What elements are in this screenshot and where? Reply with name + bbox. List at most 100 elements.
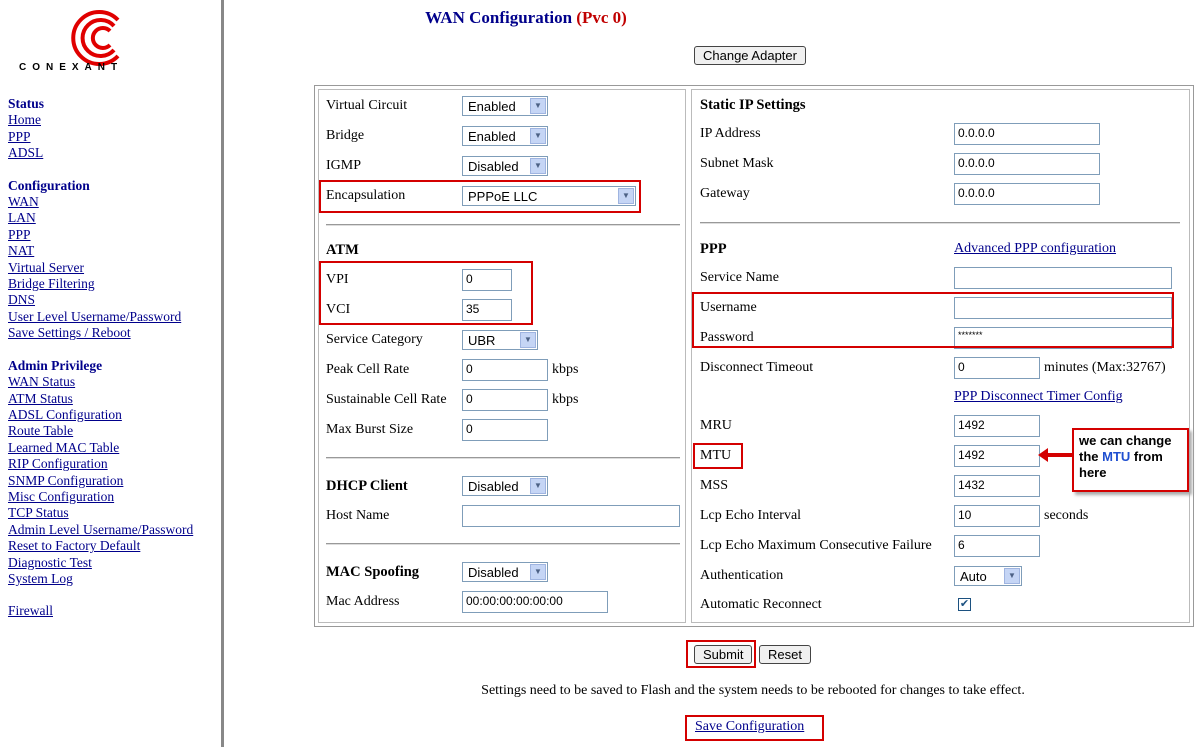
- arrow-left-icon: [1038, 448, 1074, 462]
- divider: [700, 222, 1180, 224]
- mss-input[interactable]: 1432: [954, 475, 1040, 497]
- service-name-input[interactable]: [954, 267, 1172, 289]
- nav-menu: Status Home PPP ADSL Configuration WAN L…: [8, 96, 193, 620]
- atm-heading: ATM: [326, 242, 359, 258]
- lcp-echo-interval-input[interactable]: 10: [954, 505, 1040, 527]
- lcp-echo-failure-input[interactable]: 6: [954, 535, 1040, 557]
- virtual-circuit-label: Virtual Circuit: [326, 98, 408, 113]
- nav-link-rip[interactable]: RIP Configuration: [8, 456, 108, 471]
- static-ip-heading: Static IP Settings: [700, 97, 806, 113]
- max-burst-size-label: Max Burst Size: [326, 422, 414, 437]
- nav-heading-admin: Admin Privilege: [8, 357, 103, 373]
- nav-link-route-table[interactable]: Route Table: [8, 423, 73, 438]
- nav-link-virtual-server[interactable]: Virtual Server: [8, 260, 84, 275]
- nav-link-adsl-configuration[interactable]: ADSL Configuration: [8, 407, 122, 422]
- nav-link-user-password[interactable]: User Level Username/Password: [8, 309, 181, 324]
- sustainable-cell-rate-input[interactable]: 0: [462, 389, 548, 411]
- dhcp-client-heading: DHCP Client: [326, 478, 408, 494]
- ip-address-input[interactable]: 0.0.0.0: [954, 123, 1100, 145]
- subnet-mask-label: Subnet Mask: [700, 156, 774, 171]
- nav-link-ppp-status[interactable]: PPP: [8, 129, 31, 144]
- nav-link-firewall[interactable]: Firewall: [8, 603, 53, 618]
- reset-button[interactable]: Reset: [759, 645, 811, 664]
- annotation-box-submit: [686, 640, 756, 668]
- peak-cell-rate-unit: kbps: [552, 362, 579, 377]
- service-category-select[interactable]: UBR ▼: [462, 330, 538, 350]
- mss-label: MSS: [700, 478, 729, 493]
- subnet-mask-input[interactable]: 0.0.0.0: [954, 153, 1100, 175]
- advanced-ppp-link[interactable]: Advanced PPP configuration: [954, 241, 1116, 257]
- mru-label: MRU: [700, 418, 732, 433]
- divider: [326, 543, 680, 545]
- nav-link-nat[interactable]: NAT: [8, 243, 34, 258]
- sustainable-cell-rate-label: Sustainable Cell Rate: [326, 392, 447, 407]
- mtu-input[interactable]: 1492: [954, 445, 1040, 467]
- nav-link-bridge-filtering[interactable]: Bridge Filtering: [8, 276, 95, 291]
- disconnect-timeout-label: Disconnect Timeout: [700, 360, 814, 375]
- service-name-label: Service Name: [700, 270, 779, 285]
- ppp-disconnect-timer-link[interactable]: PPP Disconnect Timer Config: [954, 389, 1123, 405]
- nav-link-diagnostic[interactable]: Diagnostic Test: [8, 555, 92, 570]
- authentication-label: Authentication: [700, 568, 784, 583]
- sidebar: CONEXANT Status Home PPP ADSL Configurat…: [0, 0, 224, 747]
- chevron-down-icon: ▼: [530, 478, 546, 494]
- save-notice: Settings need to be saved to Flash and t…: [481, 683, 1025, 698]
- authentication-select[interactable]: Auto ▼: [954, 566, 1022, 586]
- lcp-echo-failure-label: Lcp Echo Maximum Consecutive Failure: [700, 538, 932, 553]
- nav-link-save-reboot[interactable]: Save Settings / Reboot: [8, 325, 131, 340]
- nav-link-wan[interactable]: WAN: [8, 194, 39, 209]
- nav-link-snmp[interactable]: SNMP Configuration: [8, 473, 123, 488]
- mru-input[interactable]: 1492: [954, 415, 1040, 437]
- igmp-label: IGMP: [326, 158, 362, 173]
- auto-reconnect-checkbox[interactable]: ✔: [958, 598, 971, 611]
- nav-link-adsl[interactable]: ADSL: [8, 145, 43, 160]
- change-adapter-button[interactable]: Change Adapter: [694, 46, 806, 65]
- nav-link-system-log[interactable]: System Log: [8, 571, 73, 586]
- nav-link-dns[interactable]: DNS: [8, 292, 35, 307]
- logo-wordmark: CONEXANT: [19, 62, 124, 73]
- divider: [326, 224, 680, 226]
- ip-address-label: IP Address: [700, 126, 761, 141]
- auto-reconnect-label: Automatic Reconnect: [700, 597, 822, 612]
- max-burst-size-input[interactable]: 0: [462, 419, 548, 441]
- igmp-select[interactable]: Disabled ▼: [462, 156, 548, 176]
- nav-heading-configuration: Configuration: [8, 177, 90, 193]
- chevron-down-icon: ▼: [530, 564, 546, 580]
- annotation-box-save: [685, 715, 824, 741]
- annotation-box-mtu: [693, 443, 743, 469]
- mac-spoofing-select[interactable]: Disabled ▼: [462, 562, 548, 582]
- dhcp-client-select[interactable]: Disabled ▼: [462, 476, 548, 496]
- nav-link-misc[interactable]: Misc Configuration: [8, 489, 114, 504]
- bridge-select[interactable]: Enabled ▼: [462, 126, 548, 146]
- disconnect-timeout-unit: minutes (Max:32767): [1044, 360, 1166, 375]
- sustainable-cell-rate-unit: kbps: [552, 392, 579, 407]
- divider: [326, 457, 680, 459]
- mac-address-input[interactable]: 00:00:00:00:00:00: [462, 591, 608, 613]
- nav-link-wan-status[interactable]: WAN Status: [8, 374, 75, 389]
- nav-link-lan[interactable]: LAN: [8, 210, 36, 225]
- nav-link-factory-reset[interactable]: Reset to Factory Default: [8, 538, 140, 553]
- host-name-input[interactable]: [462, 505, 680, 527]
- nav-link-tcp-status[interactable]: TCP Status: [8, 505, 69, 520]
- pvc-label: (Pvc 0): [576, 8, 627, 27]
- mtu-annotation-callout: we can change the MTU from here: [1072, 428, 1189, 492]
- nav-link-ppp[interactable]: PPP: [8, 227, 31, 242]
- nav-link-home[interactable]: Home: [8, 112, 41, 127]
- disconnect-timeout-input[interactable]: 0: [954, 357, 1040, 379]
- gateway-input[interactable]: 0.0.0.0: [954, 183, 1100, 205]
- peak-cell-rate-input[interactable]: 0: [462, 359, 548, 381]
- virtual-circuit-select[interactable]: Enabled ▼: [462, 96, 548, 116]
- nav-link-admin-password[interactable]: Admin Level Username/Password: [8, 522, 193, 537]
- lcp-echo-interval-label: Lcp Echo Interval: [700, 508, 802, 523]
- ppp-heading: PPP: [700, 241, 727, 257]
- nav-link-atm-status[interactable]: ATM Status: [8, 391, 73, 406]
- nav-link-learned-mac[interactable]: Learned MAC Table: [8, 440, 119, 455]
- lcp-echo-interval-unit: seconds: [1044, 508, 1089, 523]
- annotation-box-credentials: [692, 292, 1174, 348]
- service-category-label: Service Category: [326, 332, 423, 347]
- nav-heading-status: Status: [8, 96, 45, 111]
- chevron-down-icon: ▼: [530, 158, 546, 174]
- chevron-down-icon: ▼: [530, 98, 546, 114]
- annotation-box-vpi-vci: [319, 261, 533, 325]
- bridge-label: Bridge: [326, 128, 365, 143]
